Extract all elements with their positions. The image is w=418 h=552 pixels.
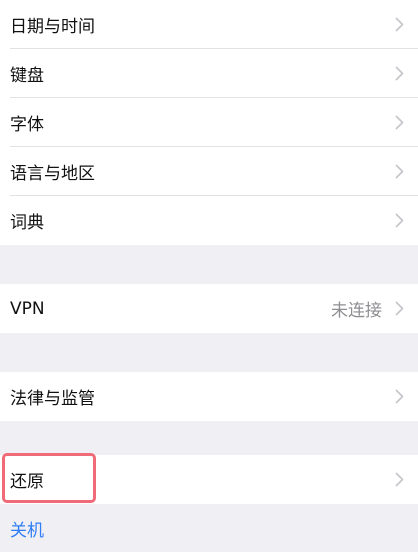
settings-group-3: 法律与监管	[0, 372, 418, 421]
chevron-right-icon	[392, 64, 406, 84]
shutdown-link[interactable]: 关机	[10, 516, 44, 541]
row-vpn[interactable]: VPN 未连接	[0, 284, 418, 333]
row-label: 法律与监管	[10, 389, 95, 409]
chevron-right-icon	[392, 470, 406, 490]
settings-general-screen: 日期与时间 键盘 字体 语言与地区 词典 VPN 未连接 法律与监管 还原 关机	[0, 0, 418, 552]
row-label: 键盘	[10, 66, 44, 86]
row-fonts[interactable]: 字体	[0, 98, 418, 147]
vpn-status-value: 未连接	[331, 301, 382, 321]
settings-group-4: 还原	[0, 455, 418, 504]
row-label: 日期与时间	[10, 17, 95, 37]
chevron-right-icon	[392, 113, 406, 133]
row-date-time[interactable]: 日期与时间	[0, 0, 418, 49]
settings-group-2: VPN 未连接	[0, 284, 418, 333]
row-language-region[interactable]: 语言与地区	[0, 147, 418, 196]
chevron-right-icon	[392, 211, 406, 231]
row-label: 词典	[10, 213, 44, 233]
row-reset[interactable]: 还原	[0, 455, 418, 504]
row-keyboard[interactable]: 键盘	[0, 49, 418, 98]
chevron-right-icon	[392, 15, 406, 35]
chevron-right-icon	[392, 387, 406, 407]
row-legal-regulatory[interactable]: 法律与监管	[0, 372, 418, 421]
row-label: VPN	[10, 298, 45, 319]
row-label: 字体	[10, 115, 44, 135]
settings-group-1: 日期与时间 键盘 字体 语言与地区 词典	[0, 0, 418, 245]
row-label: 还原	[10, 472, 44, 492]
chevron-right-icon	[392, 299, 406, 319]
row-label: 语言与地区	[10, 164, 95, 184]
chevron-right-icon	[392, 162, 406, 182]
row-dictionary[interactable]: 词典	[0, 196, 418, 245]
